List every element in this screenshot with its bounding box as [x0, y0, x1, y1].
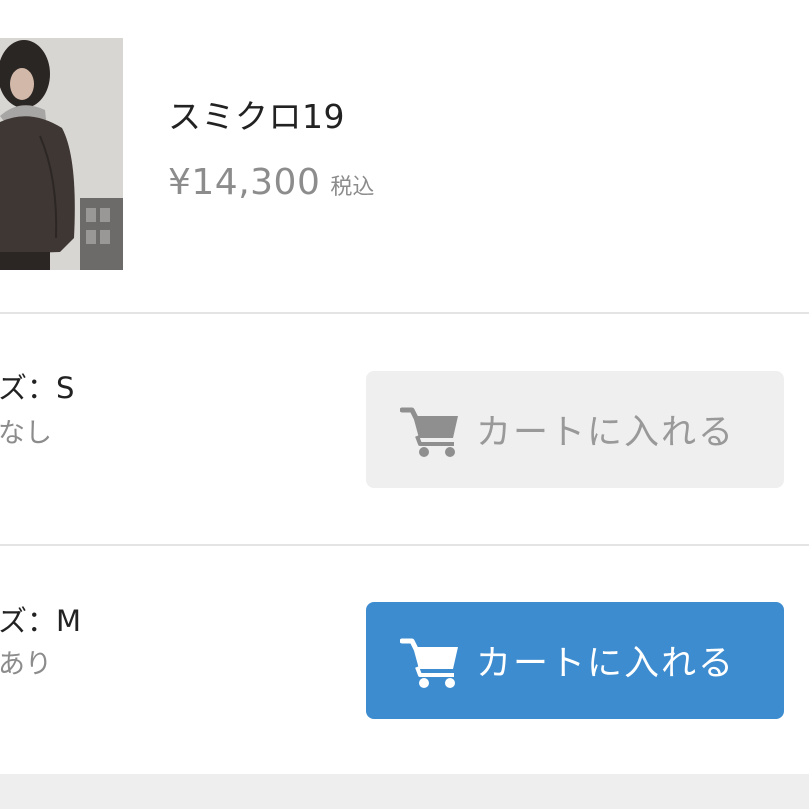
cart-icon [400, 407, 458, 457]
add-to-cart-button-s[interactable]: カートに入れる [366, 371, 784, 488]
add-to-cart-label: カートに入れる [476, 644, 736, 684]
product-name: スミクロ19 [168, 97, 345, 136]
size-label-s: ズ：S [0, 371, 75, 405]
size-label-m: ズ：M [0, 604, 82, 638]
divider [0, 312, 809, 314]
stock-status-m: あり [0, 649, 52, 680]
product-price: ¥14,300 [168, 162, 321, 203]
stock-status-s: なし [0, 418, 52, 449]
price-row: ¥14,300 税込 [168, 158, 374, 214]
cart-icon [400, 638, 458, 688]
add-to-cart-button-m[interactable]: カートに入れる [366, 602, 784, 719]
add-to-cart-label: カートに入れる [476, 413, 736, 453]
product-cart-screen: スミクロ19 ¥14,300 税込 ズ：S なし カートに入れる ズ：M あり カ… [0, 0, 809, 809]
product-thumbnail[interactable] [0, 38, 123, 270]
tax-included-label: 税込 [330, 175, 375, 200]
bottom-bar [0, 774, 809, 809]
divider [0, 544, 809, 546]
